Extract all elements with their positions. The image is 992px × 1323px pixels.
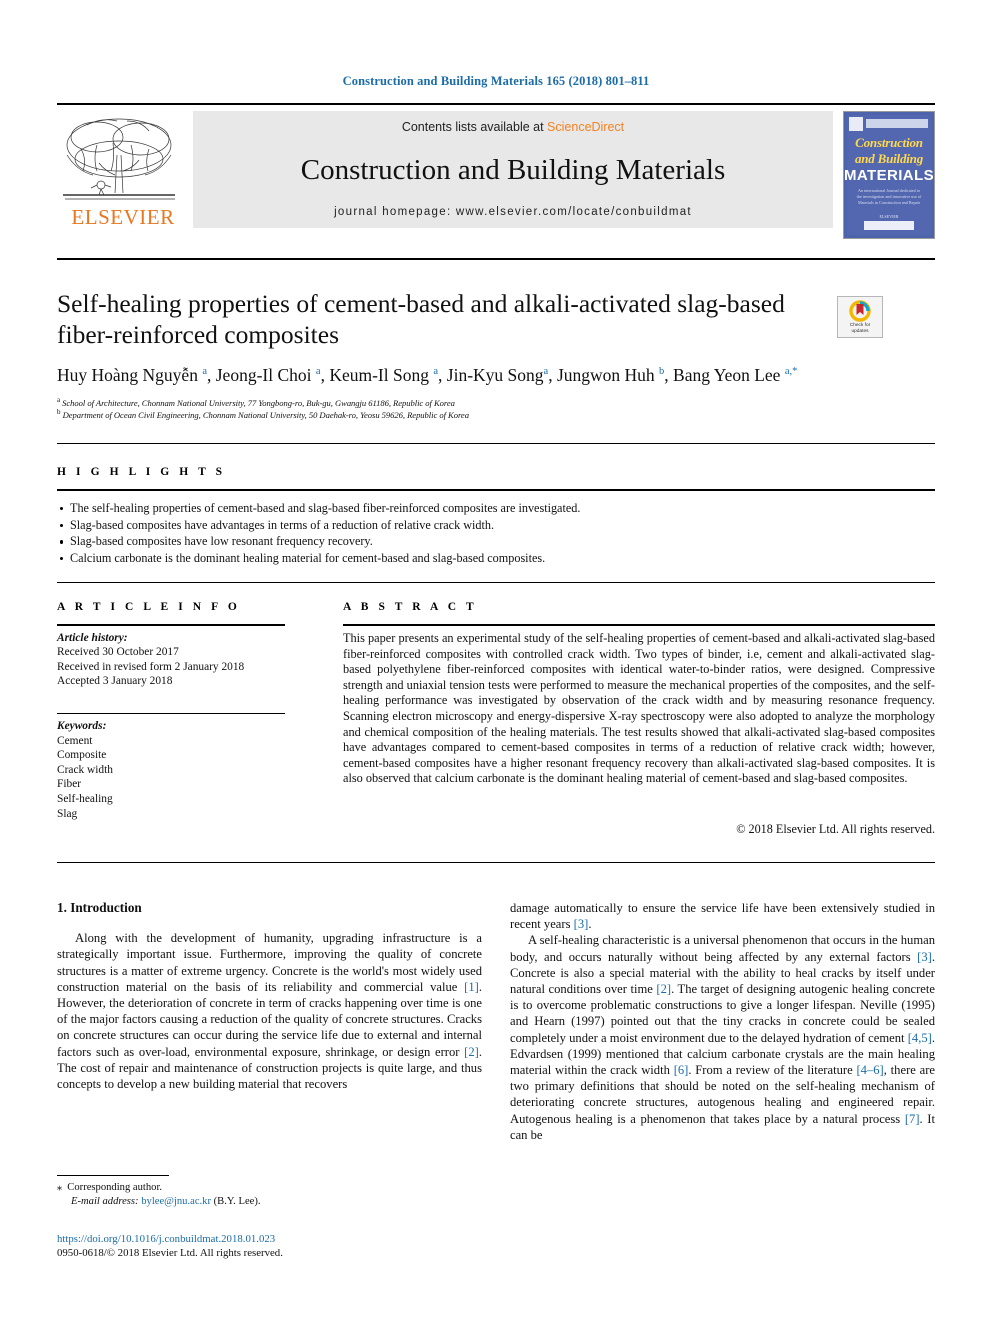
list-item: Calcium carbonate is the dominant healin… xyxy=(57,550,935,567)
citation-ref[interactable]: [7] xyxy=(905,1112,920,1126)
crossmark-badge[interactable]: Check for updates xyxy=(837,296,883,338)
email-label: E-mail address: xyxy=(71,1196,139,1207)
issn-copyright-line: 0950-0618/© 2018 Elsevier Ltd. All right… xyxy=(57,1247,283,1259)
keywords-rule xyxy=(57,713,285,714)
citation-ref[interactable]: [2] xyxy=(464,1045,479,1059)
body-column-left: 1. Introduction Along with the developme… xyxy=(57,900,482,1092)
doi-block: https://doi.org/10.1016/j.conbuildmat.20… xyxy=(57,1232,482,1260)
keyword-item: Composite xyxy=(57,749,107,762)
abstract-text: This paper presents an experimental stud… xyxy=(343,631,935,786)
list-item: Slag-based composites have advantages in… xyxy=(57,517,935,534)
article-history-accepted: Accepted 3 January 2018 xyxy=(57,675,173,688)
page-title: Self-healing properties of cement-based … xyxy=(57,289,785,349)
paragraph-text: . From a review of the literature xyxy=(688,1063,857,1078)
citation-ref[interactable]: [4,5] xyxy=(908,1031,932,1045)
highlights-list: The self-healing properties of cement-ba… xyxy=(57,500,935,566)
citation-ref[interactable]: [1] xyxy=(464,980,479,994)
cover-title-line1: Construction xyxy=(855,135,923,150)
cover-footer-caption: ELSEVIER xyxy=(879,214,899,219)
title-row: Self-healing properties of cement-based … xyxy=(57,288,935,350)
highlights-heading: H I G H L I G H T S xyxy=(57,466,226,478)
sciencedirect-link[interactable]: ScienceDirect xyxy=(547,120,624,134)
elsevier-tree-icon xyxy=(63,118,175,200)
keywords-block: Keywords: Cement Composite Crack width F… xyxy=(57,719,297,821)
article-history-received: Received 30 October 2017 xyxy=(57,646,179,659)
affiliation-a: a School of Architecture, Chonnam Nation… xyxy=(57,396,455,408)
corresponding-author-text: Corresponding author. xyxy=(67,1182,163,1193)
keyword-item: Self-healing xyxy=(57,792,113,805)
masthead-center-band: Contents lists available at ScienceDirec… xyxy=(193,111,833,228)
paper-page: Construction and Building Materials 165 … xyxy=(0,0,992,1323)
paragraph: damage automatically to ensure the servi… xyxy=(510,900,935,932)
citation-ref[interactable]: [6] xyxy=(674,1063,689,1077)
doi-link[interactable]: https://doi.org/10.1016/j.conbuildmat.20… xyxy=(57,1233,275,1245)
title-separator-rule xyxy=(57,258,935,260)
affiliation-a-text: School of Architecture, Chonnam National… xyxy=(62,397,455,408)
crossmark-icon xyxy=(849,299,871,322)
keywords-label: Keywords: xyxy=(57,720,107,732)
paragraph-text: . xyxy=(588,917,592,932)
section-heading-introduction: 1. Introduction xyxy=(57,900,142,915)
elsevier-logo: ELSEVIER xyxy=(57,111,189,230)
footnote-rule xyxy=(57,1175,169,1176)
article-info-rule xyxy=(57,624,285,626)
article-info-heading: A R T I C L E I N F O xyxy=(57,601,241,613)
email-link[interactable]: bylee@jnu.ac.kr xyxy=(141,1196,211,1207)
contents-prefix: Contents lists available at xyxy=(401,120,548,134)
abstract-rule xyxy=(343,624,935,626)
cover-title-line2: and Building xyxy=(854,151,924,166)
footnote-block: ⁎ Corresponding author. E-mail address: … xyxy=(57,1181,482,1209)
cover-top-bar xyxy=(866,119,928,128)
keyword-item: Crack width xyxy=(57,763,113,776)
keyword-item: Fiber xyxy=(57,778,82,791)
running-head: Construction and Building Materials 165 … xyxy=(342,74,650,88)
paragraph-text: A self-healing characteristic is a unive… xyxy=(510,933,935,964)
cover-title-line3: MATERIALS xyxy=(844,167,934,184)
affiliation-b-text: Department of Ocean Civil Engineering, C… xyxy=(62,409,469,420)
corresponding-author-line: ⁎ Corresponding author. xyxy=(57,1181,482,1195)
citation-ref[interactable]: [3] xyxy=(574,917,589,931)
citation-ref[interactable]: [2] xyxy=(656,982,671,996)
email-line: E-mail address: bylee@jnu.ac.kr (B.Y. Le… xyxy=(57,1195,482,1209)
citation-ref[interactable]: [3] xyxy=(917,950,932,964)
journal-homepage-link[interactable]: journal homepage: www.elsevier.com/locat… xyxy=(334,206,692,218)
crossmark-label: Check for updates xyxy=(850,323,871,335)
contents-available-line: Contents lists available at ScienceDirec… xyxy=(402,120,624,134)
keyword-item: Slag xyxy=(57,807,78,820)
email-person: (B.Y. Lee). xyxy=(213,1196,261,1207)
article-history: Article history: Received 30 October 201… xyxy=(57,631,297,689)
paragraph-text: Along with the development of humanity, … xyxy=(57,931,482,994)
corresponding-author-marker: ⁎ xyxy=(57,1182,62,1193)
journal-masthead: ELSEVIER Contents lists available at Sci… xyxy=(57,103,935,239)
body-column-right: damage automatically to ensure the servi… xyxy=(510,900,935,1143)
abstract-copyright: © 2018 Elsevier Ltd. All rights reserved… xyxy=(736,822,935,836)
article-history-revised: Received in revised form 2 January 2018 xyxy=(57,660,245,673)
cover-blurb: An international Journal dedicated to th… xyxy=(856,188,922,205)
journal-cover-thumbnail[interactable]: Construction and Building MATERIALS An i… xyxy=(843,111,935,239)
cover-publisher-mark-icon xyxy=(849,117,863,131)
highlights-rule xyxy=(57,489,935,491)
abstract-heading: A B S T R A C T xyxy=(343,601,478,613)
article-history-label: Article history: xyxy=(57,632,128,644)
list-item: Slag-based composites have low resonant … xyxy=(57,533,935,550)
crossmark-line2: updates xyxy=(851,328,869,334)
elsevier-wordmark: ELSEVIER xyxy=(71,205,175,229)
paragraph: A self-healing characteristic is a unive… xyxy=(510,932,935,1143)
article-info-top-rule xyxy=(57,582,935,583)
list-item: The self-healing properties of cement-ba… xyxy=(57,500,935,517)
citation-ref[interactable]: [4–6] xyxy=(856,1063,883,1077)
author-list: Huy Hoàng Nguyễn a, Jeong-Il Choi a, Keu… xyxy=(57,365,798,385)
cover-footer-band xyxy=(864,221,914,230)
crossmark-line1: Check for xyxy=(849,322,871,328)
highlights-top-rule xyxy=(57,443,935,444)
abstract-bottom-rule xyxy=(57,862,935,863)
affiliation-b: b Department of Ocean Civil Engineering,… xyxy=(57,408,469,420)
keyword-item: Cement xyxy=(57,734,93,747)
paragraph: Along with the development of humanity, … xyxy=(57,930,482,1092)
journal-title: Construction and Building Materials xyxy=(300,153,726,186)
